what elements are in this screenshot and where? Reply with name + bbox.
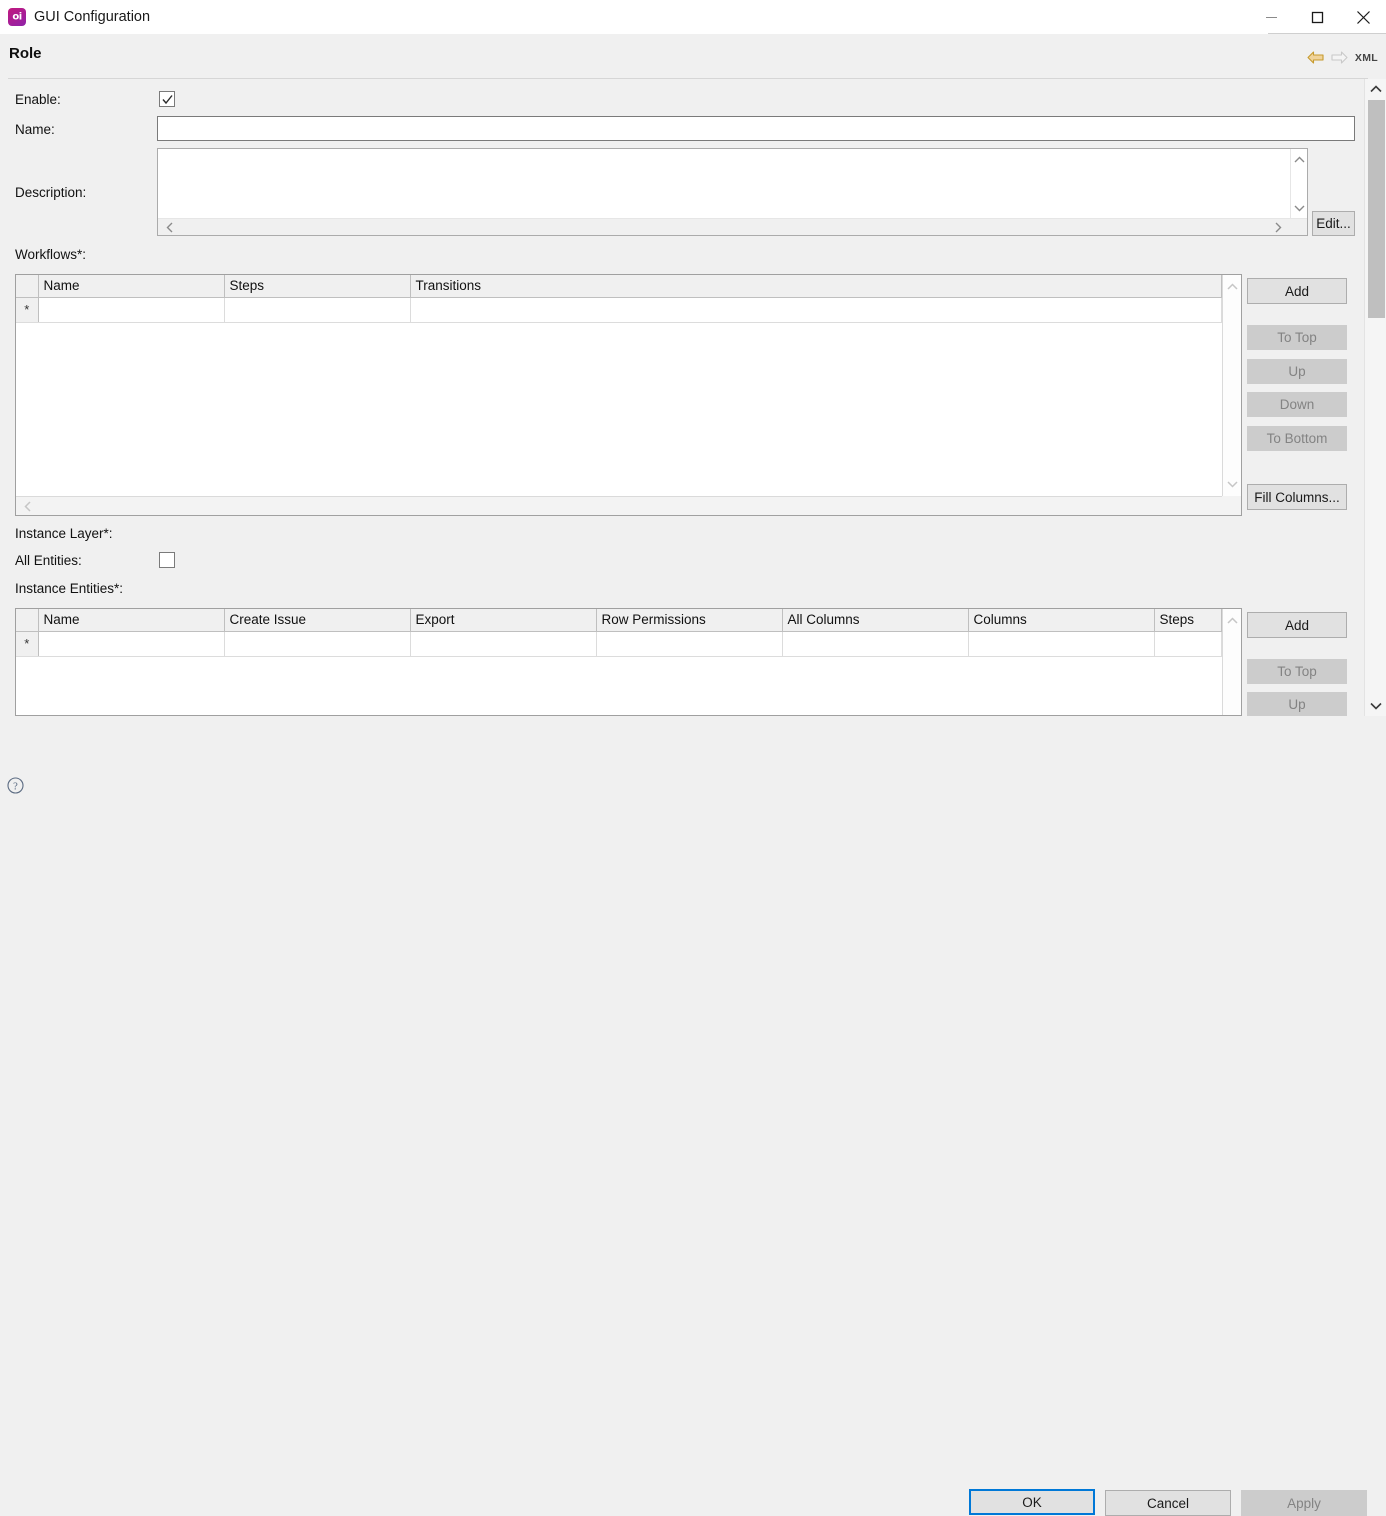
scrollbar-thumb[interactable]: [1368, 100, 1385, 318]
workflows-to-bottom-button: To Bottom: [1247, 426, 1347, 451]
minimize-icon[interactable]: [1248, 0, 1294, 34]
workflows-vertical-scrollbar[interactable]: [1222, 275, 1241, 496]
app-logo-icon: oi: [8, 8, 26, 26]
description-vertical-scrollbar[interactable]: [1290, 149, 1307, 218]
instance-entities-grid-body: Name Create Issue Export Row Permissions…: [16, 609, 1222, 715]
ie-col-columns[interactable]: Columns: [968, 609, 1155, 632]
dialog-vertical-scrollbar[interactable]: [1364, 79, 1386, 716]
apply-button: Apply: [1241, 1490, 1367, 1516]
instance-entities-add-button[interactable]: Add: [1247, 612, 1347, 638]
ok-button[interactable]: OK: [969, 1489, 1095, 1515]
dialog-footer: ? OK Cancel Apply: [0, 716, 1386, 1516]
workflows-header-row: Name Steps Transitions: [16, 275, 1222, 298]
forward-arrow-icon: [1331, 51, 1348, 64]
scroll-left-icon[interactable]: [163, 219, 177, 235]
all-entities-label: All Entities:: [15, 553, 82, 568]
instance-entities-section-label: Instance Entities*:: [15, 581, 124, 596]
scrollbar-corner: [1222, 496, 1241, 515]
workflows-up-button: Up: [1247, 359, 1347, 384]
xml-link[interactable]: XML: [1355, 52, 1378, 64]
svg-text:?: ?: [13, 781, 18, 792]
cell-columns[interactable]: [968, 631, 1155, 657]
workflows-add-button[interactable]: Add: [1247, 278, 1347, 304]
workflows-down-button: Down: [1247, 392, 1347, 417]
ie-col-row-permissions[interactable]: Row Permissions: [596, 609, 783, 632]
enable-checkbox[interactable]: [159, 91, 175, 107]
name-label: Name:: [15, 122, 55, 137]
maximize-icon[interactable]: [1294, 0, 1340, 34]
workflows-table: Name Steps Transitions *: [16, 275, 1222, 323]
cell-steps[interactable]: [1154, 631, 1222, 657]
description-label: Description:: [15, 185, 87, 200]
workflows-col-transitions[interactable]: Transitions: [410, 275, 1222, 298]
row-header-cell: [16, 275, 39, 298]
scroll-down-icon[interactable]: [1223, 476, 1241, 492]
cell-name[interactable]: [38, 297, 225, 323]
workflows-grid-body: Name Steps Transitions *: [16, 275, 1222, 496]
row-header-cell: [16, 609, 39, 632]
scroll-down-icon[interactable]: [1365, 696, 1386, 716]
scroll-up-icon[interactable]: [1365, 79, 1386, 99]
cell-name[interactable]: [38, 631, 225, 657]
dialog-content: Enable: Name: Description: Edit... Workf…: [0, 79, 1364, 716]
instance-entities-up-button: Up: [1247, 692, 1347, 716]
help-icon[interactable]: ?: [7, 777, 24, 794]
ie-col-create-issue[interactable]: Create Issue: [224, 609, 411, 632]
instance-entities-header-row: Name Create Issue Export Row Permissions…: [16, 609, 1222, 632]
description-box[interactable]: [157, 148, 1308, 236]
workflows-grid[interactable]: Name Steps Transitions *: [15, 274, 1242, 516]
description-horizontal-scrollbar[interactable]: [158, 218, 1307, 235]
instance-entities-vertical-scrollbar[interactable]: [1222, 609, 1241, 715]
cell-all-columns[interactable]: [782, 631, 969, 657]
workflows-section-label: Workflows*:: [15, 247, 87, 262]
scroll-up-icon[interactable]: [1223, 613, 1241, 629]
window-controls: [1248, 0, 1386, 34]
instance-entities-to-top-button: To Top: [1247, 659, 1347, 684]
scroll-down-icon[interactable]: [1291, 199, 1308, 216]
workflows-to-top-button: To Top: [1247, 325, 1347, 350]
new-row-marker: *: [16, 297, 39, 323]
instance-layer-label: Instance Layer*:: [15, 526, 113, 541]
workflows-horizontal-scrollbar[interactable]: [16, 496, 1241, 515]
cell-create-issue[interactable]: [224, 631, 411, 657]
enable-label: Enable:: [15, 92, 61, 107]
ie-col-all-columns[interactable]: All Columns: [782, 609, 969, 632]
workflows-col-steps[interactable]: Steps: [224, 275, 411, 298]
scroll-up-icon[interactable]: [1223, 279, 1241, 295]
table-row[interactable]: *: [16, 631, 1222, 657]
header-nav: XML: [1307, 51, 1378, 64]
back-arrow-icon[interactable]: [1307, 51, 1324, 64]
ie-col-export[interactable]: Export: [410, 609, 597, 632]
cell-steps[interactable]: [224, 297, 411, 323]
workflows-fill-columns-button[interactable]: Fill Columns...: [1247, 484, 1347, 510]
window-titlebar: oi GUI Configuration: [0, 0, 1386, 34]
new-row-marker: *: [16, 631, 39, 657]
cell-transitions[interactable]: [410, 297, 1222, 323]
scroll-left-icon[interactable]: [20, 498, 36, 515]
cell-row-permissions[interactable]: [596, 631, 783, 657]
ie-col-name[interactable]: Name: [38, 609, 225, 632]
scroll-up-icon[interactable]: [1291, 151, 1308, 168]
all-entities-checkbox[interactable]: [159, 552, 175, 568]
scroll-right-icon[interactable]: [1271, 219, 1285, 235]
workflows-col-name[interactable]: Name: [38, 275, 225, 298]
ie-col-steps[interactable]: Steps: [1154, 609, 1222, 632]
window-title: GUI Configuration: [34, 9, 151, 25]
instance-entities-table: Name Create Issue Export Row Permissions…: [16, 609, 1222, 657]
cell-export[interactable]: [410, 631, 597, 657]
name-input[interactable]: [157, 116, 1355, 141]
close-icon[interactable]: [1340, 0, 1386, 34]
page-title: Role: [9, 45, 42, 62]
edit-description-button[interactable]: Edit...: [1312, 211, 1355, 236]
cancel-button[interactable]: Cancel: [1105, 1490, 1231, 1516]
instance-entities-grid[interactable]: Name Create Issue Export Row Permissions…: [15, 608, 1242, 716]
table-row[interactable]: *: [16, 297, 1222, 323]
page-header: Role XML: [0, 34, 1386, 79]
